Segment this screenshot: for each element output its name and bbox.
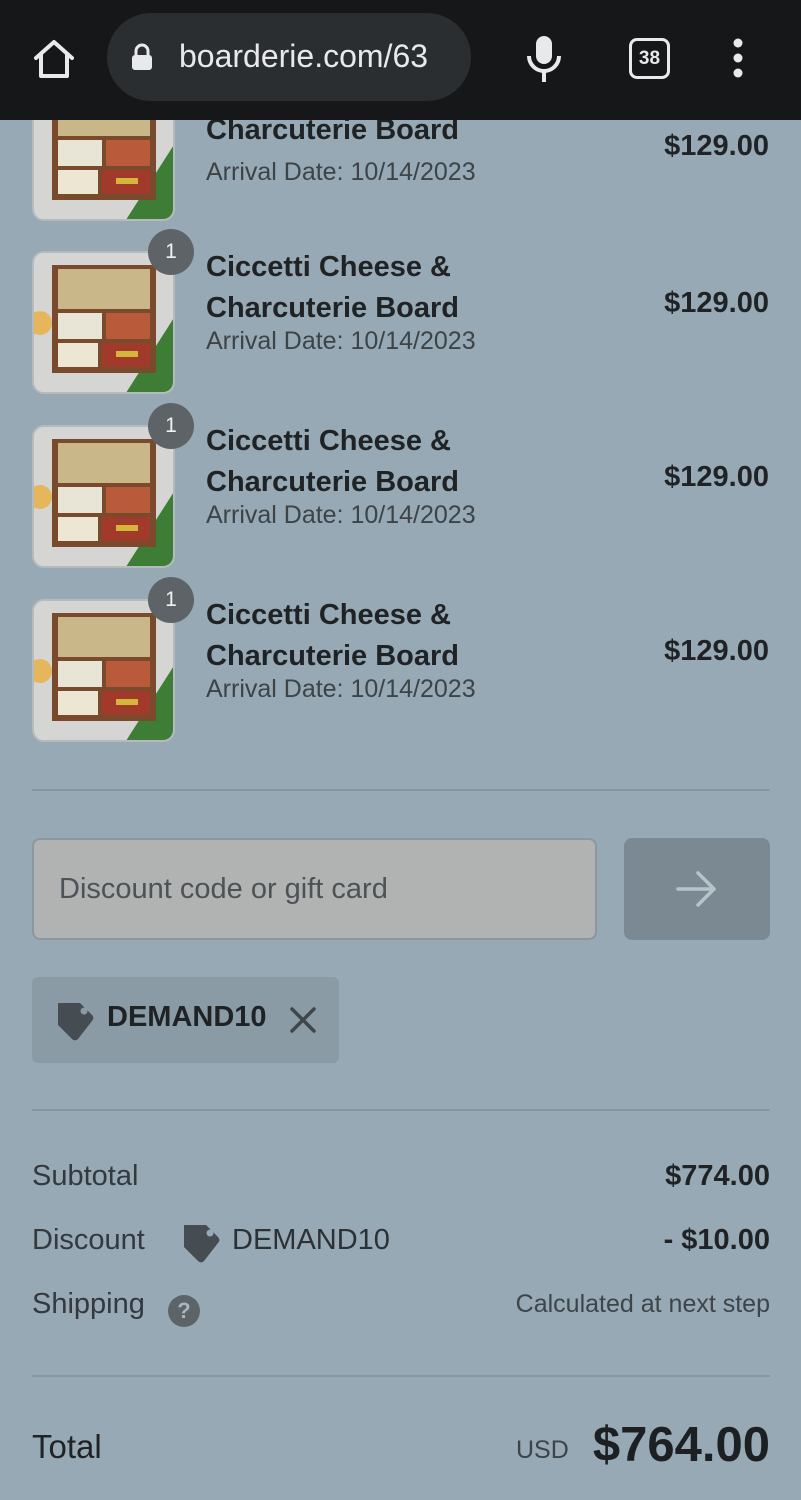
help-icon[interactable]: ? bbox=[168, 1295, 200, 1327]
section-divider bbox=[32, 789, 770, 791]
arrow-right-icon bbox=[676, 871, 716, 907]
charcuterie-board-image bbox=[34, 601, 173, 740]
charcuterie-board-image bbox=[34, 253, 173, 392]
item-price: $129.00 bbox=[664, 461, 769, 493]
more-menu-icon[interactable] bbox=[730, 38, 746, 78]
item-arrival-date: Arrival Date: 10/14/2023 bbox=[206, 675, 476, 703]
charcuterie-board-image bbox=[34, 427, 173, 566]
microphone-icon[interactable] bbox=[524, 34, 564, 84]
product-thumbnail bbox=[32, 599, 175, 742]
tab-switcher-button[interactable]: 38 bbox=[629, 38, 670, 79]
tag-icon bbox=[58, 1003, 94, 1041]
applied-code: DEMAND10 bbox=[107, 1001, 267, 1033]
section-divider bbox=[32, 1109, 770, 1111]
shipping-value: Calculated at next step bbox=[515, 1290, 770, 1318]
currency-code: USD bbox=[516, 1436, 569, 1464]
discount-value: - $10.00 bbox=[663, 1224, 770, 1256]
url-text: boarderie.com/63 bbox=[179, 38, 429, 74]
item-arrival-date: Arrival Date: 10/14/2023 bbox=[206, 158, 476, 186]
subtotal-label: Subtotal bbox=[32, 1160, 139, 1192]
discount-label: Discount bbox=[32, 1224, 145, 1256]
browser-toolbar: boarderie.com/63 38 bbox=[0, 0, 801, 120]
applied-discount-chip: DEMAND10 bbox=[32, 977, 339, 1063]
item-price: $129.00 bbox=[664, 287, 769, 319]
apply-discount-button[interactable] bbox=[624, 838, 770, 940]
item-name: Ciccetti Cheese & Charcuterie Board bbox=[206, 425, 460, 498]
item-name: Ciccetti Cheese & Charcuterie Board bbox=[206, 599, 460, 672]
quantity-badge: 1 bbox=[148, 229, 194, 275]
total-value: $764.00 bbox=[592, 1418, 770, 1472]
list-item: 1 Ciccetti Cheese & Charcuterie Board Ar… bbox=[0, 229, 801, 401]
lock-icon bbox=[132, 43, 152, 70]
subtotal-value: $774.00 bbox=[665, 1160, 770, 1192]
list-item: 1 Ciccetti Cheese & Charcuterie Board Ar… bbox=[0, 403, 801, 575]
item-price: $129.00 bbox=[664, 130, 769, 162]
shipping-label: Shipping bbox=[32, 1288, 145, 1320]
list-item: 1 Ciccetti Cheese & Charcuterie Board Ar… bbox=[0, 577, 801, 749]
quantity-badge: 1 bbox=[148, 577, 194, 623]
quantity-badge: 1 bbox=[148, 403, 194, 449]
address-bar[interactable]: boarderie.com/63 bbox=[107, 13, 471, 101]
tag-icon bbox=[184, 1225, 220, 1263]
item-price: $129.00 bbox=[664, 635, 769, 667]
product-thumbnail bbox=[32, 251, 175, 394]
section-divider bbox=[32, 1375, 770, 1377]
item-arrival-date: Arrival Date: 10/14/2023 bbox=[206, 501, 476, 529]
remove-discount-icon[interactable] bbox=[289, 1006, 317, 1034]
discount-code-input[interactable] bbox=[32, 838, 597, 940]
total-label: Total bbox=[32, 1428, 102, 1465]
discount-code: DEMAND10 bbox=[232, 1224, 390, 1256]
product-thumbnail bbox=[32, 425, 175, 568]
home-icon[interactable] bbox=[30, 36, 78, 80]
item-arrival-date: Arrival Date: 10/14/2023 bbox=[206, 327, 476, 355]
item-name: Ciccetti Cheese & Charcuterie Board bbox=[206, 251, 460, 324]
